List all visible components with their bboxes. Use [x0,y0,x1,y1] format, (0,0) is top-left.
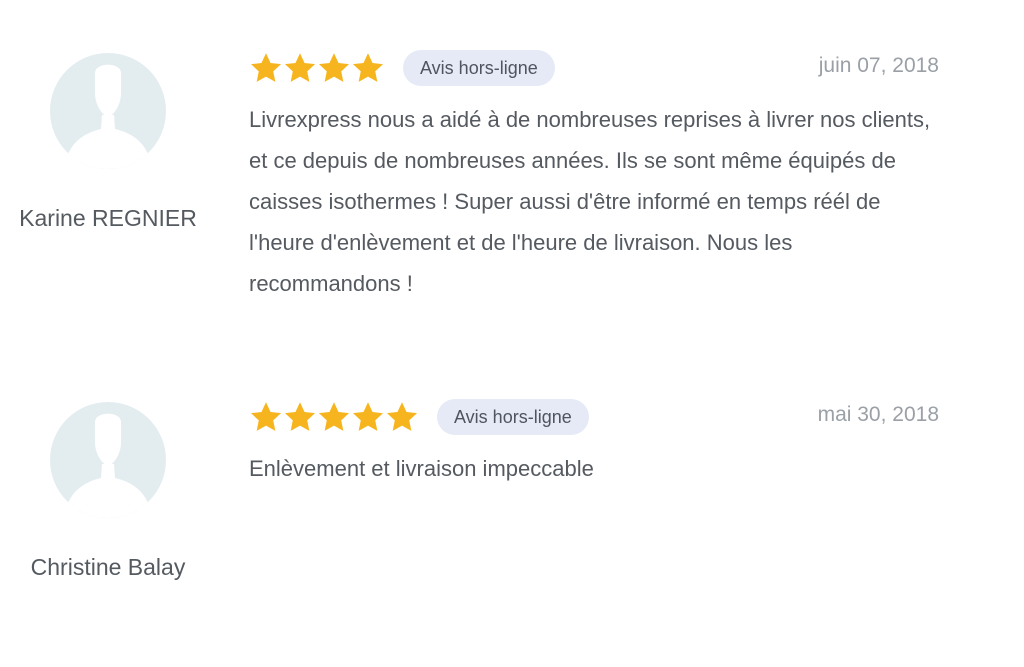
review-header: Avis hors-ligne juin 07, 2018 [249,48,939,88]
review-date: mai 30, 2018 [817,403,939,426]
avatar [50,53,166,169]
star-icon [249,51,283,85]
star-icon [351,51,385,85]
offline-review-badge: Avis hors-ligne [403,50,555,86]
star-rating [249,400,419,434]
avatar [50,402,166,518]
user-silhouette-icon [67,413,149,518]
user-silhouette-icon [67,64,149,169]
review-text: Livrexpress nous a aidé à de nombreuses … [249,107,931,296]
review-content: Avis hors-ligne mai 30, 2018 Enlèvement … [249,397,939,489]
star-icon [385,400,419,434]
review-content: Avis hors-ligne juin 07, 2018 Livrexpres… [249,48,939,304]
star-icon [283,400,317,434]
review-text: Enlèvement et livraison impeccable [249,456,594,481]
review-item: Christine Balay Avis hors-ligne mai 30, … [0,349,1024,667]
offline-review-badge: Avis hors-ligne [437,399,589,435]
star-rating [249,51,385,85]
author-name: Christine Balay [30,554,186,580]
star-icon [317,51,351,85]
star-icon [317,400,351,434]
star-icon [283,51,317,85]
reviews-list: Karine REGNIER Avis hors-ligne juin 07, … [0,0,1024,667]
author-name: Karine REGNIER [19,205,197,231]
star-icon [249,400,283,434]
star-icon [351,400,385,434]
review-date: juin 07, 2018 [818,54,939,77]
review-header: Avis hors-ligne mai 30, 2018 [249,397,939,437]
review-item: Karine REGNIER Avis hors-ligne juin 07, … [0,0,1024,340]
